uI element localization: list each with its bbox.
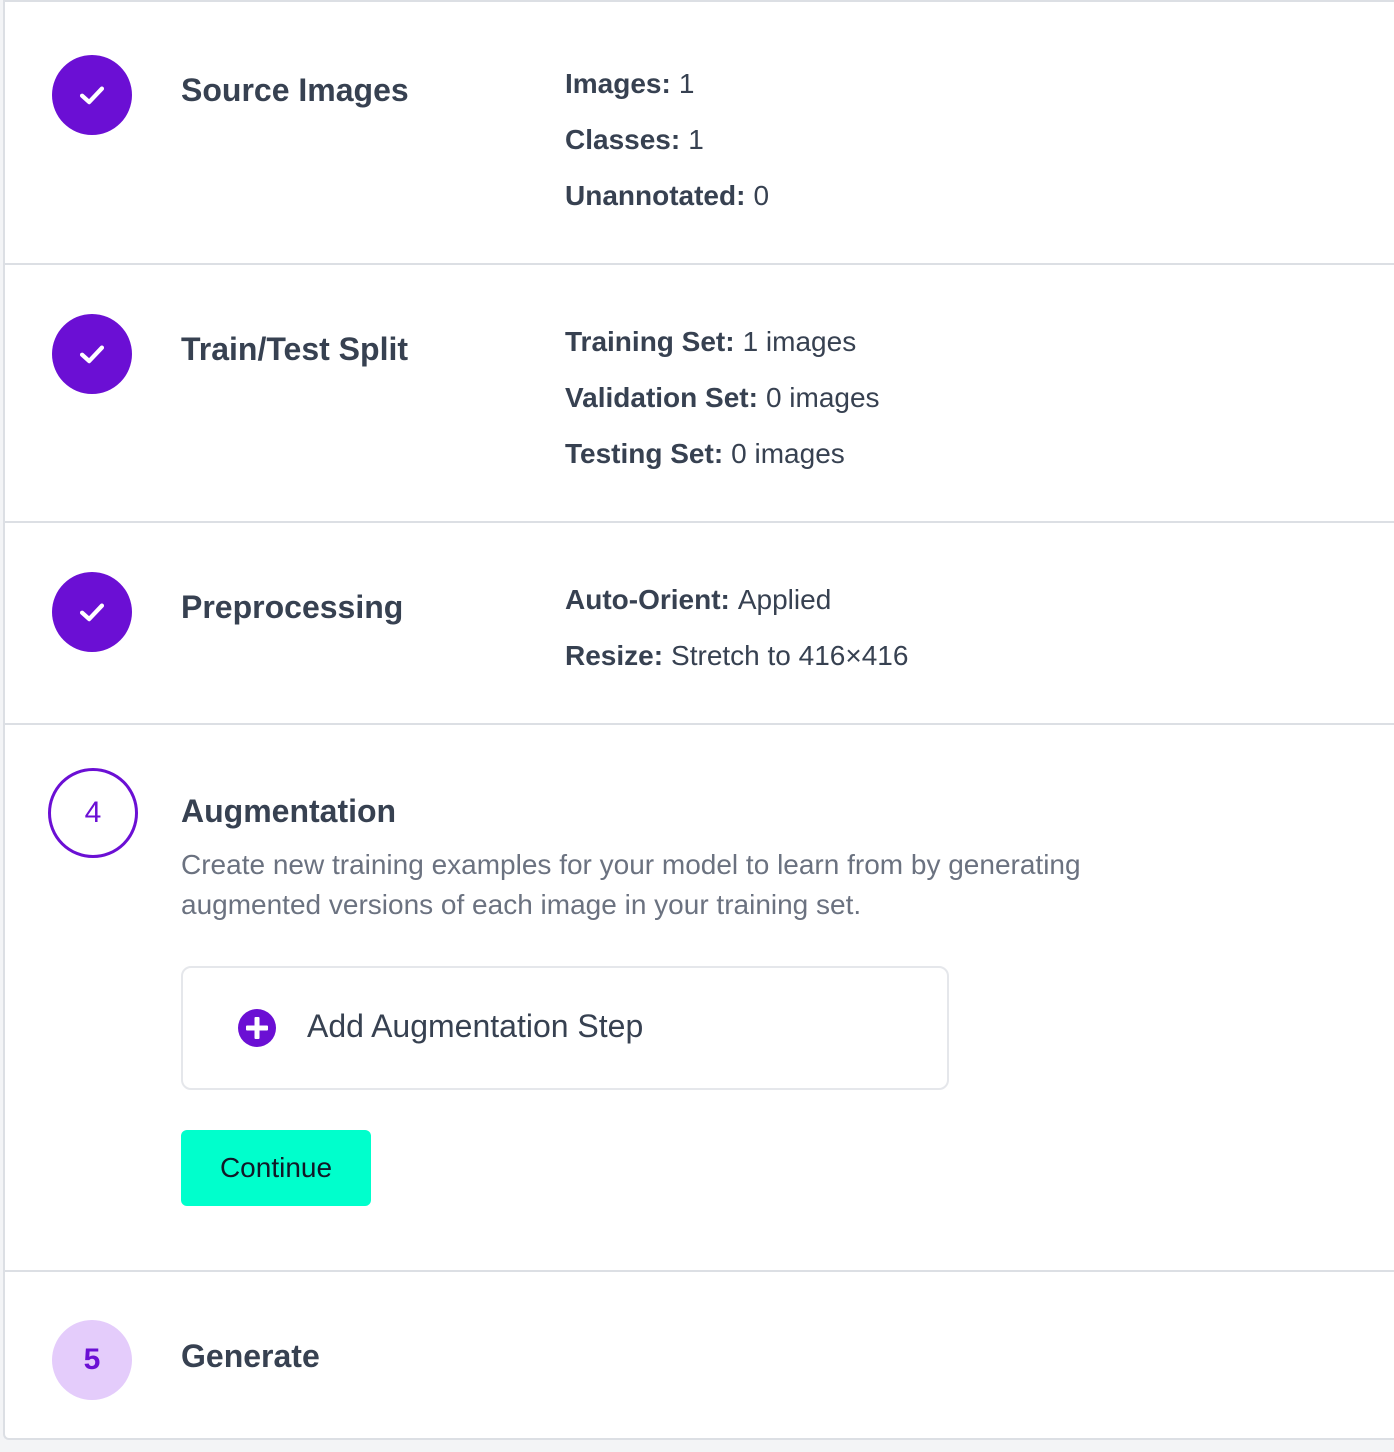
continue-button[interactable]: Continue — [181, 1130, 371, 1206]
detail-value: 1 images — [742, 326, 857, 357]
version-steps-panel: Source Images Images: 1 Classes: 1 Unannot… — [3, 0, 1394, 1440]
add-augmentation-step-button[interactable]: Add Augmentation Step — [181, 966, 949, 1090]
step-details: Auto-Orient: Applied Resize: Stretch to 41… — [565, 572, 908, 684]
detail-label: Images: — [565, 68, 671, 99]
step-complete-badge — [52, 572, 132, 652]
step-source-images: Source Images Images: 1 Classes: 1 Unannot… — [5, 2, 1394, 265]
step-details: Training Set: 1 images Validation Set: 0 i… — [565, 314, 880, 482]
detail-label: Resize: — [565, 640, 664, 671]
detail-value: 0 images — [731, 438, 845, 469]
detail-label: Training Set: — [565, 326, 735, 357]
detail-training-set: Training Set: 1 images — [565, 314, 880, 370]
detail-resize: Resize: Stretch to 416×416 — [565, 628, 908, 684]
step-title: Generate — [181, 1338, 320, 1374]
check-icon — [79, 345, 105, 364]
step-complete-badge — [52, 55, 132, 135]
check-icon — [79, 86, 105, 105]
detail-label: Validation Set: — [565, 382, 758, 413]
detail-testing-set: Testing Set: 0 images — [565, 426, 880, 482]
detail-value: 0 — [753, 180, 770, 211]
add-augmentation-step-label: Add Augmentation Step — [307, 1008, 644, 1044]
detail-unannotated: Unannotated: 0 — [565, 168, 769, 224]
step-train-test-split: Train/Test Split Training Set: 1 images V… — [5, 265, 1394, 523]
step-augmentation: 4 Augmentation Create new training examp… — [5, 725, 1394, 1272]
step-number-badge: 4 — [48, 768, 138, 858]
detail-auto-orient: Auto-Orient: Applied — [565, 572, 908, 628]
step-generate: 5 Generate — [5, 1272, 1394, 1440]
step-title: Train/Test Split — [181, 331, 408, 367]
step-complete-badge — [52, 314, 132, 394]
step-title: Preprocessing — [181, 589, 404, 625]
detail-value: Applied — [737, 584, 832, 615]
detail-classes: Classes: 1 — [565, 112, 769, 168]
detail-value: 1 — [688, 124, 704, 155]
step-number-badge: 5 — [52, 1320, 132, 1400]
detail-label: Classes: — [565, 124, 681, 155]
detail-label: Unannotated: — [565, 180, 746, 211]
step-description: Create new training examples for your mo… — [181, 849, 1081, 920]
detail-value: 1 — [678, 68, 695, 99]
check-icon — [79, 603, 105, 622]
step-title: Augmentation — [181, 793, 397, 829]
step-preprocessing: Preprocessing Auto-Orient: Applied Resize… — [5, 523, 1394, 725]
detail-label: Auto-Orient: — [565, 584, 730, 615]
detail-value: Stretch to 416×416 — [671, 640, 909, 671]
plus-circle-icon — [238, 1009, 276, 1047]
detail-label: Testing Set: — [565, 438, 724, 469]
detail-images: Images: 1 — [565, 56, 769, 112]
detail-validation-set: Validation Set: 0 images — [565, 370, 880, 426]
step-details: Images: 1 Classes: 1 Unannotated: 0 — [565, 56, 769, 224]
step-title: Source Images — [181, 72, 409, 108]
detail-value: 0 images — [765, 382, 880, 413]
